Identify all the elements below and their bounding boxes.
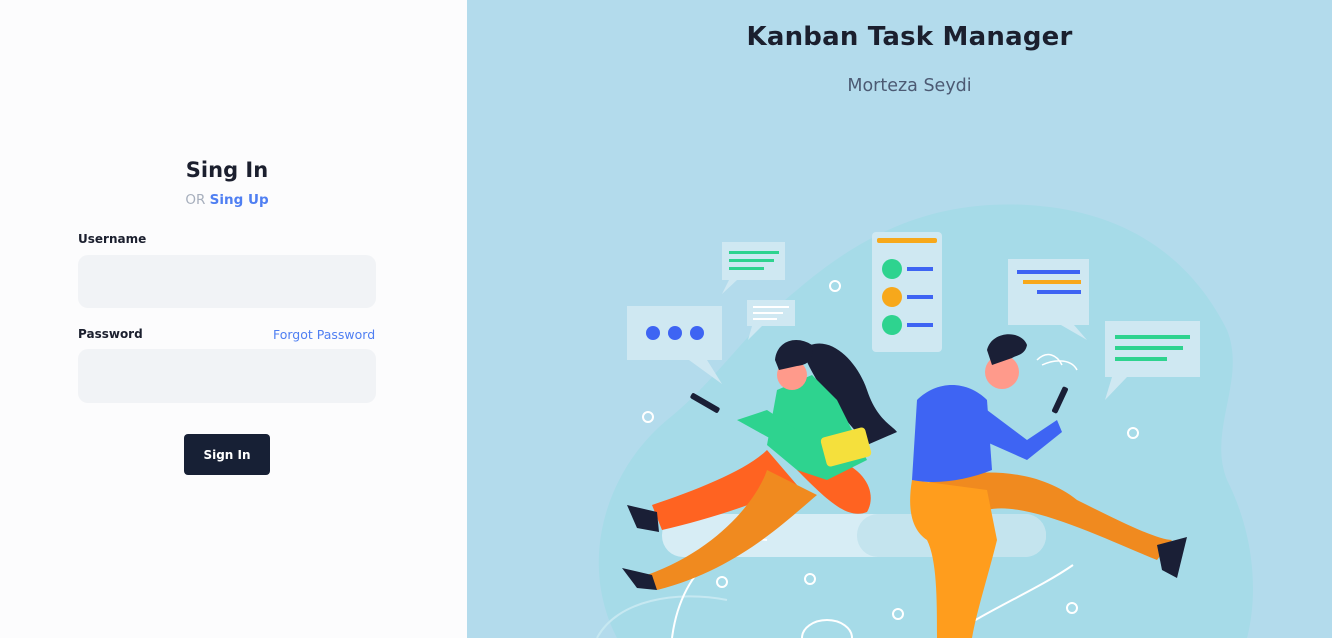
signup-prefix: OR: [185, 192, 206, 208]
people-chatting-illustration: [596, 204, 1253, 638]
password-label: Password: [78, 327, 143, 341]
signin-panel: Sing In OR Sing Up Username Password For…: [0, 0, 467, 638]
signin-title: Sing In: [185, 158, 269, 182]
sign-in-button[interactable]: Sign In: [184, 434, 270, 475]
signup-link[interactable]: Sing Up: [210, 192, 269, 208]
signup-prompt: OR Sing Up: [0, 192, 454, 208]
hero-panel: Kanban Task Manager Morteza Seydi: [467, 0, 1332, 638]
contact-list-card: [872, 232, 942, 352]
chat-bubble-dots: [627, 306, 722, 384]
username-input[interactable]: [78, 255, 376, 308]
forgot-password-link[interactable]: Forgot Password: [273, 327, 375, 342]
username-label: Username: [78, 232, 147, 246]
password-input[interactable]: [78, 349, 376, 403]
chat-bubble-green-small: [722, 242, 785, 294]
